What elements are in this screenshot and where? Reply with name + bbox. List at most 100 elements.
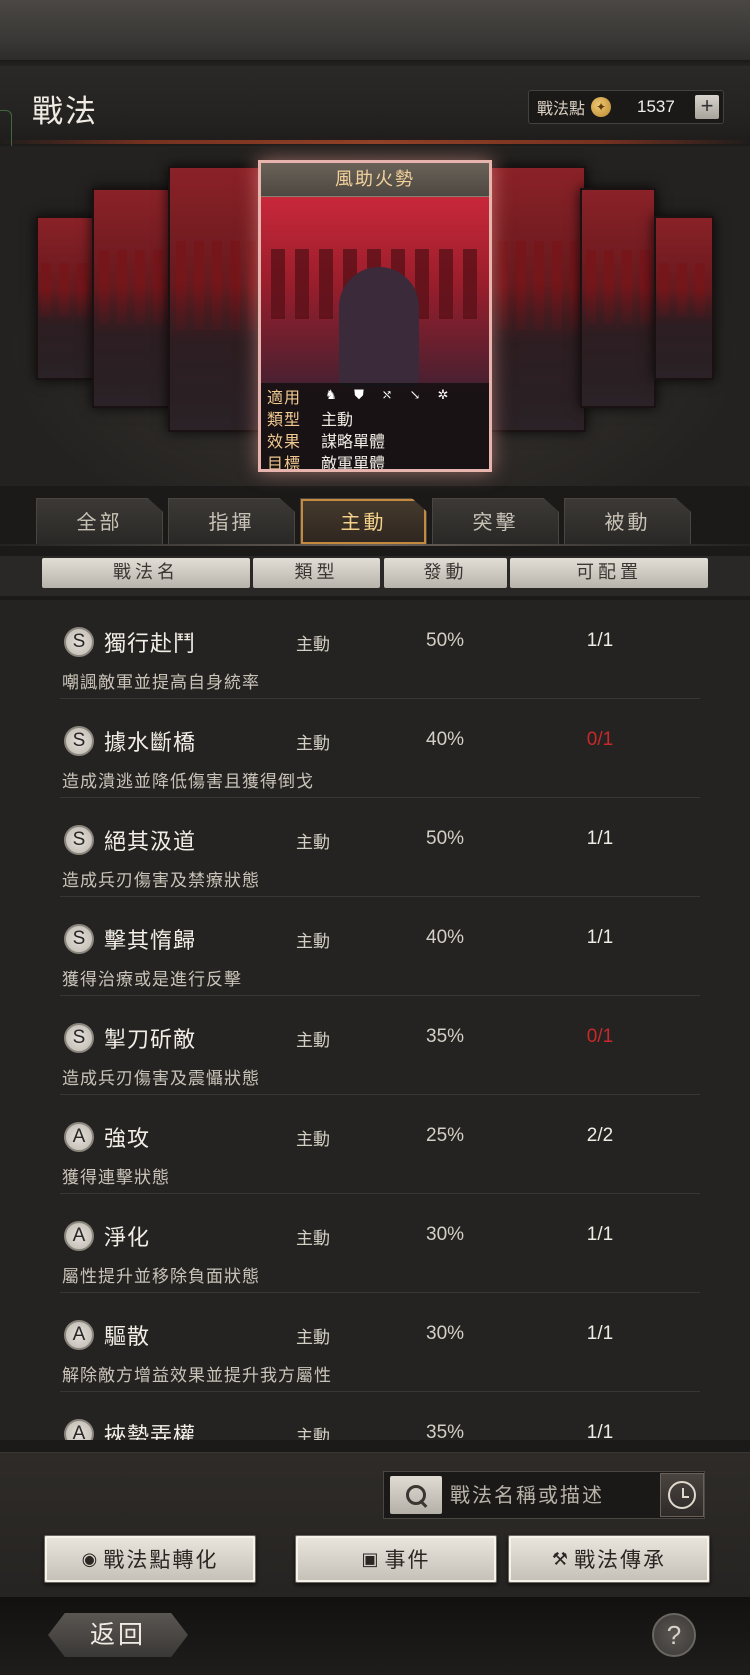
skill-card[interactable] bbox=[580, 188, 656, 408]
skill-type: 主動 bbox=[296, 635, 330, 655]
card-key: 適用 bbox=[267, 388, 302, 407]
hammer-icon: ⚒ bbox=[551, 1548, 571, 1570]
grade-badge: A bbox=[64, 1122, 94, 1152]
skill-card[interactable] bbox=[36, 216, 94, 380]
skill-row[interactable]: A 驅散 主動 30% 1/1 解除敵方增益效果並提升我方屬性 bbox=[0, 1293, 750, 1392]
skill-row[interactable]: A 淨化 主動 30% 1/1 屬性提升並移除負面狀態 bbox=[0, 1194, 750, 1293]
history-button[interactable] bbox=[660, 1473, 704, 1517]
skill-trigger-rate: 35% bbox=[426, 1422, 465, 1440]
skill-trigger-rate: 30% bbox=[426, 1224, 465, 1245]
skill-slots: 1/1 bbox=[586, 630, 614, 651]
skill-card[interactable] bbox=[92, 188, 172, 408]
card-value: 主動 bbox=[321, 410, 354, 429]
column-header-trigger[interactable]: 發動 bbox=[384, 558, 507, 588]
skill-row[interactable]: S 絕其汲道 主動 50% 1/1 造成兵刃傷害及禁療狀態 bbox=[0, 798, 750, 897]
skill-description: 嘲諷敵軍並提高自身統率 bbox=[62, 673, 260, 693]
card-row-type: 類型 主動 bbox=[267, 407, 483, 429]
grade-badge: A bbox=[64, 1419, 94, 1440]
tab-assault[interactable]: 突擊 bbox=[432, 498, 559, 544]
skill-card[interactable] bbox=[490, 166, 586, 432]
card-row-target: 目標 敵軍單體 bbox=[267, 451, 483, 469]
skill-list[interactable]: S 獨行赴鬥 主動 50% 1/1 嘲諷敵軍並提高自身統率 S 據水斷橋 主動 … bbox=[0, 600, 750, 1440]
grade-badge: S bbox=[64, 627, 94, 657]
search-button[interactable] bbox=[390, 1476, 442, 1514]
back-button[interactable]: 返回 bbox=[48, 1613, 188, 1657]
column-headers: 戰法名 類型 發動 可配置 bbox=[0, 556, 750, 596]
category-tabs: 全部 指揮 主動 突擊 被動 bbox=[36, 498, 736, 546]
skill-row[interactable]: S 掣刀斫敵 主動 35% 0/1 造成兵刃傷害及震懾狀態 bbox=[0, 996, 750, 1095]
skill-row[interactable]: A 挾勢弄權 主動 35% 1/1 bbox=[0, 1392, 750, 1440]
skill-slots: 1/1 bbox=[586, 1323, 614, 1344]
event-button[interactable]: ▣ 事件 bbox=[295, 1535, 497, 1583]
footer-bar: 返回 ? bbox=[0, 1597, 750, 1675]
grade-badge: A bbox=[64, 1221, 94, 1251]
skill-name: 掣刀斫敵 bbox=[104, 1028, 197, 1053]
skill-row[interactable]: S 據水斷橋 主動 40% 0/1 造成潰逃並降低傷害且獲得倒戈 bbox=[0, 699, 750, 798]
event-label: 事件 bbox=[384, 1548, 431, 1572]
grade-badge: S bbox=[64, 1023, 94, 1053]
skill-trigger-rate: 50% bbox=[426, 630, 465, 651]
skill-card[interactable] bbox=[168, 166, 264, 432]
skill-points-label: 戰法點 bbox=[537, 99, 586, 118]
grade-badge: S bbox=[64, 726, 94, 756]
search-input[interactable] bbox=[450, 1483, 650, 1507]
top-decoration-band bbox=[0, 0, 750, 66]
skill-type: 主動 bbox=[296, 1427, 330, 1440]
bottom-controls: ◉ 戰法點轉化 ▣ 事件 ⚒ 戰法傳承 bbox=[0, 1452, 750, 1597]
skill-type: 主動 bbox=[296, 1229, 330, 1249]
skill-trigger-rate: 40% bbox=[426, 729, 465, 750]
skill-name: 獨行赴鬥 bbox=[104, 632, 197, 657]
add-points-button[interactable]: + bbox=[695, 95, 719, 119]
skill-card-carousel[interactable]: 風助火勢 適用 ♞ ⛊ ⤯ ↘ ✲ 類型 主動 效果 謀略單體 目標 敵軍單體 bbox=[0, 146, 750, 486]
tab-passive[interactable]: 被動 bbox=[564, 498, 691, 544]
skill-row[interactable]: A 強攻 主動 25% 2/2 獲得連擊狀態 bbox=[0, 1095, 750, 1194]
skill-type: 主動 bbox=[296, 734, 330, 754]
column-header-name[interactable]: 戰法名 bbox=[42, 558, 250, 588]
column-header-slots[interactable]: 可配置 bbox=[510, 558, 708, 588]
tab-command[interactable]: 指揮 bbox=[168, 498, 295, 544]
grade-badge: A bbox=[64, 1320, 94, 1350]
featured-card-art bbox=[261, 197, 489, 387]
skill-name: 挾勢弄權 bbox=[104, 1424, 197, 1440]
skill-name: 擊其惰歸 bbox=[104, 929, 197, 954]
skill-card[interactable] bbox=[654, 216, 714, 380]
help-button[interactable]: ? bbox=[652, 1613, 696, 1657]
skill-slots: 1/1 bbox=[586, 927, 614, 948]
inherit-skill-button[interactable]: ⚒ 戰法傳承 bbox=[508, 1535, 710, 1583]
chariot-wheel-icon: ✲ bbox=[437, 388, 449, 403]
skill-row[interactable]: S 獨行赴鬥 主動 50% 1/1 嘲諷敵軍並提高自身統率 bbox=[0, 600, 750, 699]
featured-skill-card[interactable]: 風助火勢 適用 ♞ ⛊ ⤯ ↘ ✲ 類型 主動 效果 謀略單體 目標 敵軍單體 bbox=[258, 160, 492, 472]
skill-trigger-rate: 25% bbox=[426, 1125, 465, 1146]
skill-points-display: 戰法點 ✦ 1537 + bbox=[528, 90, 724, 124]
tab-divider bbox=[0, 544, 750, 546]
skill-name: 據水斷橋 bbox=[104, 731, 197, 756]
skill-description: 解除敵方增益效果並提升我方屬性 bbox=[62, 1366, 332, 1386]
skill-type: 主動 bbox=[296, 833, 330, 853]
skill-name: 絕其汲道 bbox=[104, 830, 197, 855]
skill-slots: 1/1 bbox=[586, 1224, 614, 1245]
clock-icon bbox=[668, 1481, 696, 1509]
convert-points-button[interactable]: ◉ 戰法點轉化 bbox=[44, 1535, 256, 1583]
skill-slots: 2/2 bbox=[586, 1125, 614, 1146]
skill-slots: 0/1 bbox=[586, 729, 614, 750]
skill-point-coin-icon: ✦ bbox=[591, 97, 612, 117]
flame-icon: ◉ bbox=[81, 1548, 100, 1570]
tab-active[interactable]: 主動 bbox=[300, 498, 427, 544]
skill-type: 主動 bbox=[296, 1328, 330, 1348]
troop-type-icons: ♞ ⛊ ⤯ ↘ ✲ bbox=[323, 388, 451, 404]
skill-slots: 0/1 bbox=[586, 1026, 614, 1047]
skill-row[interactable]: S 擊其惰歸 主動 40% 1/1 獲得治療或是進行反擊 bbox=[0, 897, 750, 996]
skill-trigger-rate: 30% bbox=[426, 1323, 465, 1344]
search-icon bbox=[404, 1483, 428, 1507]
cavalry-icon: ♞ bbox=[325, 388, 337, 403]
card-row-effect: 效果 謀略單體 bbox=[267, 429, 483, 451]
grade-badge: S bbox=[64, 825, 94, 855]
convert-points-label: 戰法點轉化 bbox=[103, 1548, 219, 1572]
skill-description: 獲得連擊狀態 bbox=[62, 1168, 170, 1188]
column-header-type[interactable]: 類型 bbox=[253, 558, 380, 588]
skill-description: 屬性提升並移除負面狀態 bbox=[62, 1267, 260, 1287]
featured-card-info: 適用 ♞ ⛊ ⤯ ↘ ✲ 類型 主動 效果 謀略單體 目標 敵軍單體 bbox=[261, 383, 489, 469]
skill-slots: 1/1 bbox=[586, 828, 614, 849]
shield-icon: ⛊ bbox=[354, 388, 364, 403]
tab-all[interactable]: 全部 bbox=[36, 498, 163, 544]
